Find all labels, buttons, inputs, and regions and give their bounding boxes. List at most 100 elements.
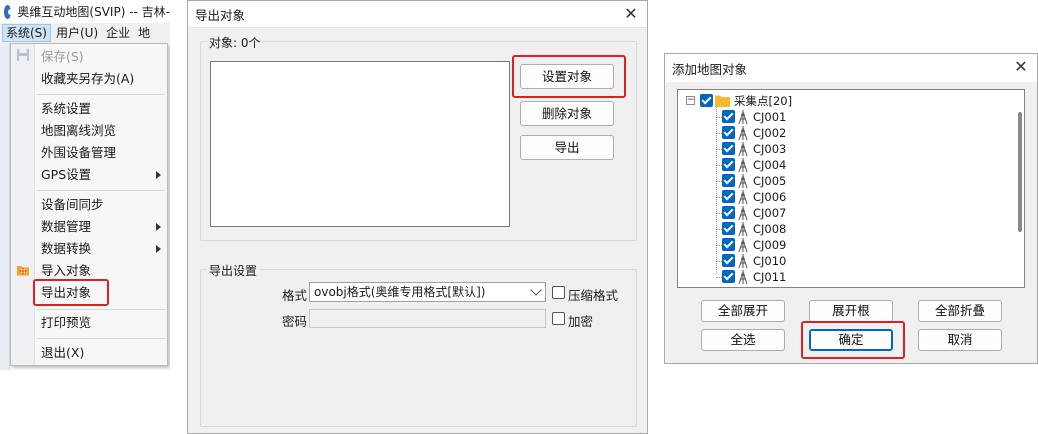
add-map-objects-dialog: 添加地图对象 ✕ − 采集点[20] CJ001 CJ002 CJ003 CJ0…	[664, 53, 1038, 364]
menubar-system[interactable]: 系统(S)	[2, 24, 51, 42]
delete-objects-button[interactable]: 删除对象	[520, 101, 614, 126]
tree-row-root[interactable]: − 采集点[20]	[678, 93, 998, 109]
format-label: 格式	[282, 288, 308, 303]
encrypt-label: 加密	[568, 314, 594, 329]
menu-item-device-sync[interactable]: 设备间同步	[35, 194, 167, 216]
compress-label: 压缩格式	[568, 288, 619, 303]
select-all-button[interactable]: 全选	[701, 329, 785, 351]
survey-tower-icon	[738, 222, 748, 236]
collapse-toggle-icon[interactable]: −	[686, 96, 695, 105]
submenu-arrow-icon	[156, 223, 161, 231]
folder-icon	[715, 95, 730, 107]
survey-tower-icon	[738, 190, 748, 204]
tree-item-row[interactable]: CJ006	[678, 189, 998, 205]
expand-root-button[interactable]: 展开根	[809, 300, 893, 322]
menu-item-print-preview[interactable]: 打印预览	[35, 312, 167, 334]
password-input[interactable]	[309, 309, 546, 328]
tree-item-label: CJ004	[753, 158, 787, 172]
export-settings-label: 导出设置	[206, 262, 261, 279]
item-checkbox[interactable]	[722, 206, 735, 219]
app-logo-icon	[4, 4, 15, 19]
tree-item-row[interactable]: CJ004	[678, 157, 998, 173]
submenu-arrow-icon	[156, 171, 161, 179]
item-checkbox[interactable]	[722, 142, 735, 155]
menu-item-label: GPS设置	[41, 167, 92, 182]
root-checkbox[interactable]	[700, 94, 713, 107]
system-menu: 保存(S) 收藏夹另存为(A) 系统设置 地图离线浏览 外围设备管理 GPS设置…	[10, 43, 168, 366]
encrypt-checkbox[interactable]	[552, 312, 565, 325]
item-checkbox[interactable]	[722, 110, 735, 123]
import-folder-icon	[17, 266, 29, 276]
menu-item-save-favorites-as[interactable]: 收藏夹另存为(A)	[35, 68, 167, 90]
app-side-toolbar	[0, 43, 10, 370]
menu-item-system-settings[interactable]: 系统设置	[35, 98, 167, 120]
tree-item-row[interactable]: CJ007	[678, 205, 998, 221]
highlight-box-export	[33, 279, 109, 306]
item-checkbox[interactable]	[722, 254, 735, 267]
survey-tower-icon	[738, 270, 748, 284]
item-checkbox[interactable]	[722, 126, 735, 139]
menu-item-exit[interactable]: 退出(X)	[35, 342, 167, 364]
tree-item-label: CJ001	[753, 110, 787, 124]
cancel-button[interactable]: 取消	[918, 329, 1002, 351]
item-checkbox[interactable]	[722, 270, 735, 283]
tree-item-row[interactable]: CJ011	[678, 269, 998, 285]
menu-item-data-conversion[interactable]: 数据转换	[35, 238, 167, 260]
menu-icon-gutter	[11, 44, 35, 365]
app-title: 奥维互动地图(SVIP) -- 吉林-	[17, 5, 170, 19]
expand-all-button[interactable]: 全部展开	[701, 300, 785, 322]
item-checkbox[interactable]	[722, 238, 735, 251]
tree-item-row[interactable]: CJ001	[678, 109, 998, 125]
item-checkbox[interactable]	[722, 190, 735, 203]
export-dialog-titlebar: 导出对象 ✕	[188, 1, 647, 27]
menu-item-gps-settings[interactable]: GPS设置	[35, 164, 167, 186]
menu-item-label: 数据管理	[41, 219, 92, 234]
survey-tower-icon	[738, 110, 748, 124]
close-icon[interactable]: ✕	[621, 4, 641, 24]
export-dialog-title: 导出对象	[195, 7, 246, 23]
menu-item-save: 保存(S)	[41, 49, 84, 64]
tree-item-row[interactable]: CJ010	[678, 253, 998, 269]
tree-scrollbar-thumb[interactable]	[1018, 112, 1022, 232]
item-checkbox[interactable]	[722, 222, 735, 235]
menu-separator	[37, 94, 165, 95]
tree-item-label: CJ010	[753, 254, 787, 268]
add-dialog-title: 添加地图对象	[672, 61, 748, 77]
menu-separator	[37, 338, 165, 339]
main-app-window: 奥维互动地图(SVIP) -- 吉林- 系统(S) 用户(U) 企业 地 保存(…	[0, 0, 170, 370]
menubar-map[interactable]: 地	[135, 24, 153, 42]
menu-item-peripheral-devices[interactable]: 外围设备管理	[35, 142, 167, 164]
menubar-enterprise[interactable]: 企业	[103, 24, 133, 42]
item-checkbox[interactable]	[722, 158, 735, 171]
highlight-box-ok	[801, 321, 905, 359]
export-button[interactable]: 导出	[520, 135, 614, 160]
titlebar-divider	[188, 27, 647, 28]
menu-item-offline-map[interactable]: 地图离线浏览	[35, 120, 167, 142]
app-titlebar: 奥维互动地图(SVIP) -- 吉林-	[0, 0, 170, 23]
tree-item-row[interactable]: CJ002	[678, 125, 998, 141]
menu-item-data-management[interactable]: 数据管理	[35, 216, 167, 238]
close-icon[interactable]: ✕	[1011, 57, 1031, 77]
tree-item-row[interactable]: CJ003	[678, 141, 998, 157]
menubar-user[interactable]: 用户(U)	[53, 24, 101, 42]
survey-tower-icon	[738, 126, 748, 140]
survey-tower-icon	[738, 174, 748, 188]
format-select[interactable]: ovobj格式(奥维专用格式[默认])	[309, 282, 546, 302]
compress-checkbox[interactable]	[552, 286, 565, 299]
tree-item-label: CJ011	[753, 270, 787, 284]
map-objects-tree[interactable]: − 采集点[20] CJ001 CJ002 CJ003 CJ004 CJ005 …	[677, 89, 1025, 288]
survey-tower-icon	[738, 142, 748, 156]
tree-item-row[interactable]: CJ009	[678, 237, 998, 253]
objects-count-label: 对象: 0个	[206, 34, 264, 51]
tree-item-row[interactable]: CJ008	[678, 221, 998, 237]
collapse-all-button[interactable]: 全部折叠	[918, 300, 1002, 322]
tree-item-row[interactable]: CJ005	[678, 173, 998, 189]
tree-item-label: CJ008	[753, 222, 787, 236]
item-checkbox[interactable]	[722, 174, 735, 187]
app-menubar: 系统(S) 用户(U) 企业 地	[0, 23, 170, 43]
tree-item-label: CJ009	[753, 238, 787, 252]
password-label: 密码	[282, 314, 308, 329]
objects-list[interactable]	[210, 61, 510, 227]
survey-tower-icon	[738, 206, 748, 220]
tree-item-label: CJ005	[753, 174, 787, 188]
